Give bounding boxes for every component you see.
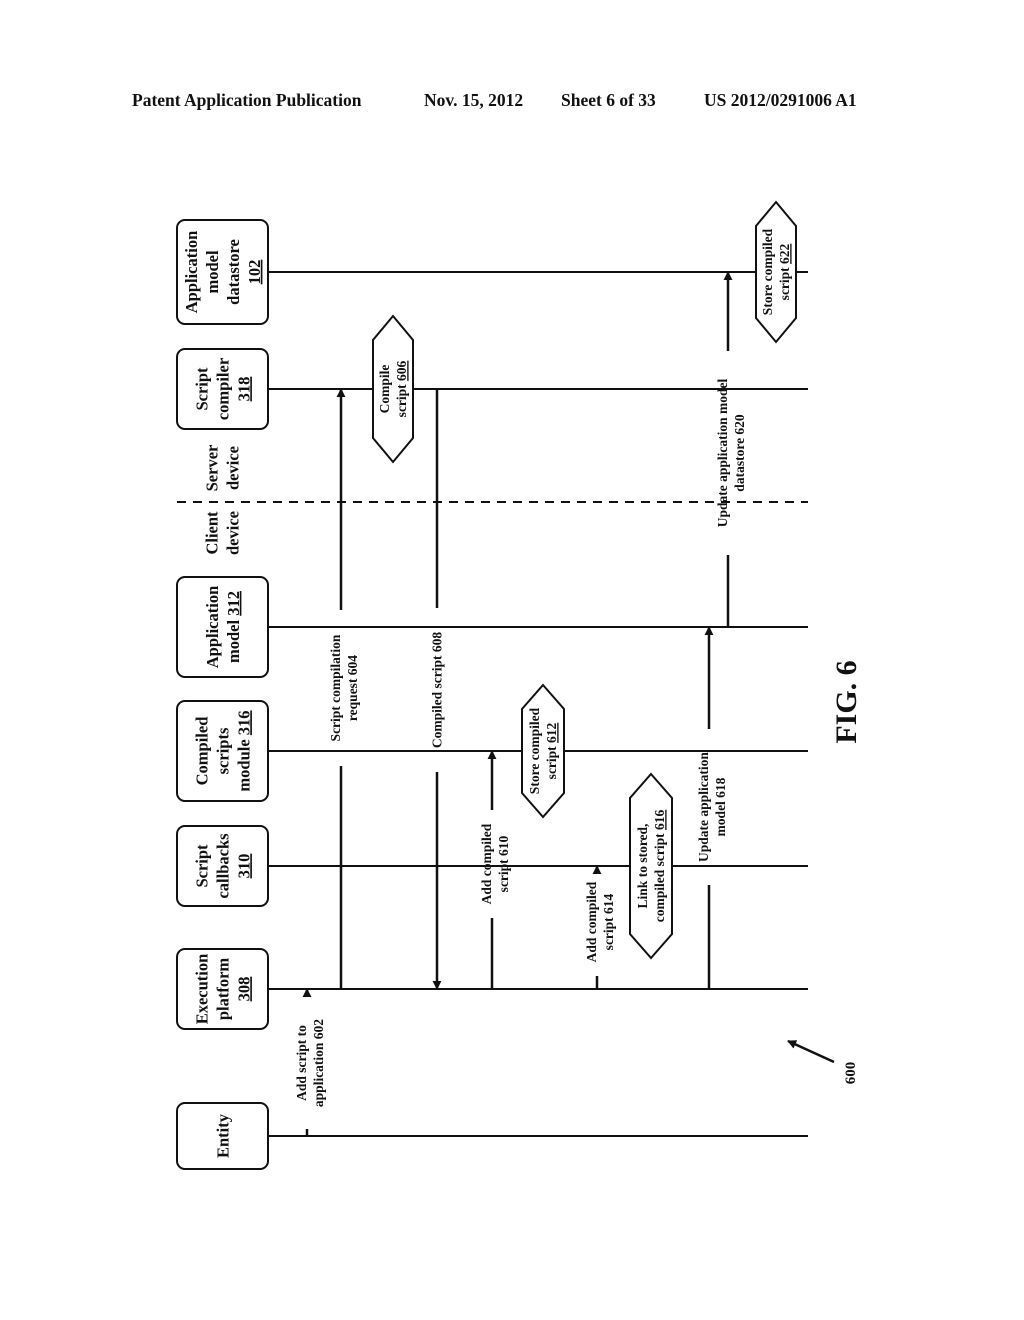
participant-label-line: module 316 [234,710,253,791]
message-label-line: model 618 [713,777,728,836]
message-608: Compiled script 608 [430,389,445,990]
participant-label: Entity [213,1113,232,1158]
participant-label-line: Application [203,586,222,669]
message-label: Script compilation request 604 [328,634,360,741]
message-label-line: Add script to [294,1025,309,1101]
action-label-line: Compile [377,365,392,414]
participant-label-line: model 312 [224,591,243,663]
participant-label-line: 308 [234,977,253,1002]
message-label-line: request 604 [345,655,360,721]
message-label-line: Update application [696,752,711,862]
figure-reference: 600 [843,1062,859,1085]
message-618: Update application model 618 [696,626,728,989]
participant-callbacks: Script callbacks 310 [176,825,269,907]
participant-appmodel: Application model 312 [176,576,269,678]
message-label-line: script 614 [601,893,616,950]
participant-label-line: Application [182,231,201,314]
action-label-line: Link to stored, [635,824,650,909]
message-label: Add compiled script 610 [479,823,511,904]
zone-server-label: Server device [202,445,242,492]
zone-client-label-line: Client [202,511,221,555]
message-602: Add script to application 602 [294,988,326,1136]
reference-number: 606 [394,360,409,381]
zone-client-label-line: device [223,511,242,555]
participant-entity: Entity [176,1102,269,1170]
action-label-line: compiled script 616 [652,810,667,923]
reference-number: 310 [234,854,253,879]
action-label-line: script 612 [544,722,559,779]
participant-label-line: Compiled [192,717,211,786]
message-label-line: datastore 620 [732,414,747,492]
participant-label-line: Entity [213,1113,232,1158]
reference-number: 308 [234,977,253,1002]
action-612: Store compiled script 612 [521,683,565,819]
message-label-line: Compiled script 608 [430,632,445,748]
reference-number: 616 [652,810,667,831]
participant-compiled: Compiled scripts module 316 [176,700,269,802]
participant-label-line: Script [192,844,211,888]
zone-client-label: Client device [202,511,242,555]
message-614: Add compiled script 614 [584,865,616,989]
participant-label-line: 102 [245,260,264,285]
message-label: Add compiled script 614 [584,881,616,962]
action-606: Compile script 606 [372,314,414,464]
message-label-line: script 610 [496,835,511,892]
participant-label-line: Script [192,367,211,411]
zone-server-label-line: Server [202,445,221,492]
reference-number: 612 [544,722,559,743]
participant-box [176,576,269,678]
sequence-diagram: Add script to application 602 Script compi… [176,200,863,1170]
reference-arrow [787,1039,835,1064]
action-label-line: Store compiled [527,707,542,794]
message-label: Add script to application 602 [294,1019,326,1107]
message-610: Add compiled script 610 [479,750,511,989]
reference-number: 312 [224,591,243,616]
message-label-line: Script compilation [328,634,343,741]
message-label: Update application model datastore 620 [715,378,747,527]
participant-label-line: scripts [213,727,232,774]
message-label-line: Add compiled [584,881,599,962]
reference-number: 316 [234,710,253,735]
message-604: Script compilation request 604 [328,388,360,989]
message-label-line: Update application model [715,378,730,527]
action-616: Link to stored, compiled script 616 [629,772,673,960]
message-label-line: application 602 [311,1019,326,1107]
action-622: Store compiled script 622 [755,200,797,344]
reference-number: 318 [234,377,253,402]
participant-platform: Execution platform 308 [176,948,269,1030]
participant-label-line: model [203,250,222,293]
action-label-line: script 606 [394,360,409,417]
participant-label-line: datastore [224,239,243,305]
action-label-line: script 622 [777,243,792,300]
message-label-line: Add compiled [479,823,494,904]
participant-label-line: callbacks [213,833,232,899]
message-620: Update application model datastore 620 [715,271,747,627]
message-label: Update application model 618 [696,752,728,862]
message-label: Compiled script 608 [430,632,445,748]
participant-label-line: platform [213,958,232,1021]
participant-label-line: 318 [234,377,253,402]
reference-number: 102 [245,260,264,285]
figure-label: FIG. 6 [830,660,863,743]
participant-label-line: Execution [192,954,211,1025]
reference-number: 622 [777,243,792,264]
participant-datastore: Application model datastore 102 [176,219,269,325]
participant-label-line: 310 [234,854,253,879]
participant-compiler: Script compiler 318 [176,348,269,430]
zone-server-label-line: device [223,446,242,490]
action-label-line: Store compiled [760,228,775,315]
participant-label-line: compiler [213,358,232,420]
